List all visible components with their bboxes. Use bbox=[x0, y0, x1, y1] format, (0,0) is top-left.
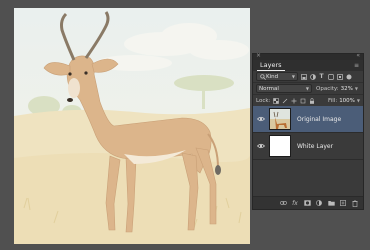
layer-name[interactable]: White Layer bbox=[297, 143, 333, 150]
layer-thumbnail bbox=[269, 135, 291, 157]
fx-icon[interactable]: fx bbox=[291, 199, 299, 207]
fill-value[interactable]: 100% bbox=[339, 98, 355, 104]
layer-filter-row: Kind ▼ T bbox=[253, 71, 363, 83]
trash-icon[interactable] bbox=[351, 199, 359, 207]
folder-icon[interactable] bbox=[327, 199, 335, 207]
fill-chevron-icon[interactable]: ▼ bbox=[357, 98, 360, 103]
lock-image-pixels-icon[interactable] bbox=[281, 97, 288, 104]
canvas-artwork bbox=[14, 8, 250, 244]
filter-shape-icon[interactable] bbox=[327, 73, 334, 80]
filter-toggle-icon[interactable] bbox=[345, 73, 352, 80]
filter-smart-object-icon[interactable] bbox=[336, 73, 343, 80]
filter-type-icon[interactable]: T bbox=[318, 73, 325, 80]
lock-all-icon[interactable] bbox=[308, 97, 315, 104]
filter-kind-label: Kind bbox=[266, 73, 279, 80]
tab-layers[interactable]: Layers bbox=[257, 61, 285, 71]
close-panel-icon[interactable]: × bbox=[256, 52, 261, 59]
lock-label: Lock: bbox=[256, 97, 271, 104]
visibility-eye-icon[interactable] bbox=[256, 141, 266, 151]
search-icon bbox=[259, 73, 266, 80]
panel-tab-bar: Layers ≡ bbox=[253, 60, 363, 71]
opacity-value[interactable]: 32% bbox=[341, 86, 353, 92]
chevron-down-icon: ▼ bbox=[291, 74, 295, 79]
layer-row-original-image[interactable]: Original Image bbox=[253, 106, 363, 133]
adjustment-icon[interactable] bbox=[315, 199, 323, 207]
lock-position-icon[interactable] bbox=[290, 97, 297, 104]
layers-panel: × « Layers ≡ Kind ▼ T Normal ▼ Opacity: … bbox=[252, 52, 364, 210]
layer-name[interactable]: Original Image bbox=[297, 116, 341, 123]
fill-label: Fill: bbox=[327, 97, 338, 104]
opacity-chevron-icon[interactable]: ▼ bbox=[355, 86, 358, 91]
chevron-down-icon: ▼ bbox=[305, 86, 309, 91]
lock-artboard-icon[interactable] bbox=[299, 97, 306, 104]
filter-pixel-icon[interactable] bbox=[300, 73, 307, 80]
panel-menu-icon[interactable]: ≡ bbox=[354, 62, 359, 69]
blend-mode-select[interactable]: Normal ▼ bbox=[256, 84, 312, 93]
blend-mode-row: Normal ▼ Opacity: 32% ▼ bbox=[253, 83, 363, 95]
visibility-eye-icon[interactable] bbox=[256, 114, 266, 124]
layer-row-white-layer[interactable]: White Layer bbox=[253, 133, 363, 160]
photoshop-workspace: × « Layers ≡ Kind ▼ T Normal ▼ Opacity: … bbox=[0, 0, 370, 250]
collapse-panel-icon[interactable]: « bbox=[356, 52, 360, 59]
new-layer-icon[interactable] bbox=[339, 199, 347, 207]
link-icon[interactable] bbox=[279, 199, 287, 207]
blend-mode-value: Normal bbox=[259, 85, 279, 92]
layers-panel-toolbar: fx bbox=[253, 196, 363, 209]
mask-icon[interactable] bbox=[303, 199, 311, 207]
filter-kind-select[interactable]: Kind ▼ bbox=[256, 72, 298, 81]
layer-thumbnail bbox=[269, 108, 291, 130]
lock-transparent-pixels-icon[interactable] bbox=[272, 97, 279, 104]
layers-list: Original Image White Layer bbox=[253, 106, 363, 160]
opacity-label: Opacity: bbox=[316, 85, 339, 92]
filter-adjustment-icon[interactable] bbox=[309, 73, 316, 80]
document-canvas[interactable] bbox=[14, 8, 250, 244]
